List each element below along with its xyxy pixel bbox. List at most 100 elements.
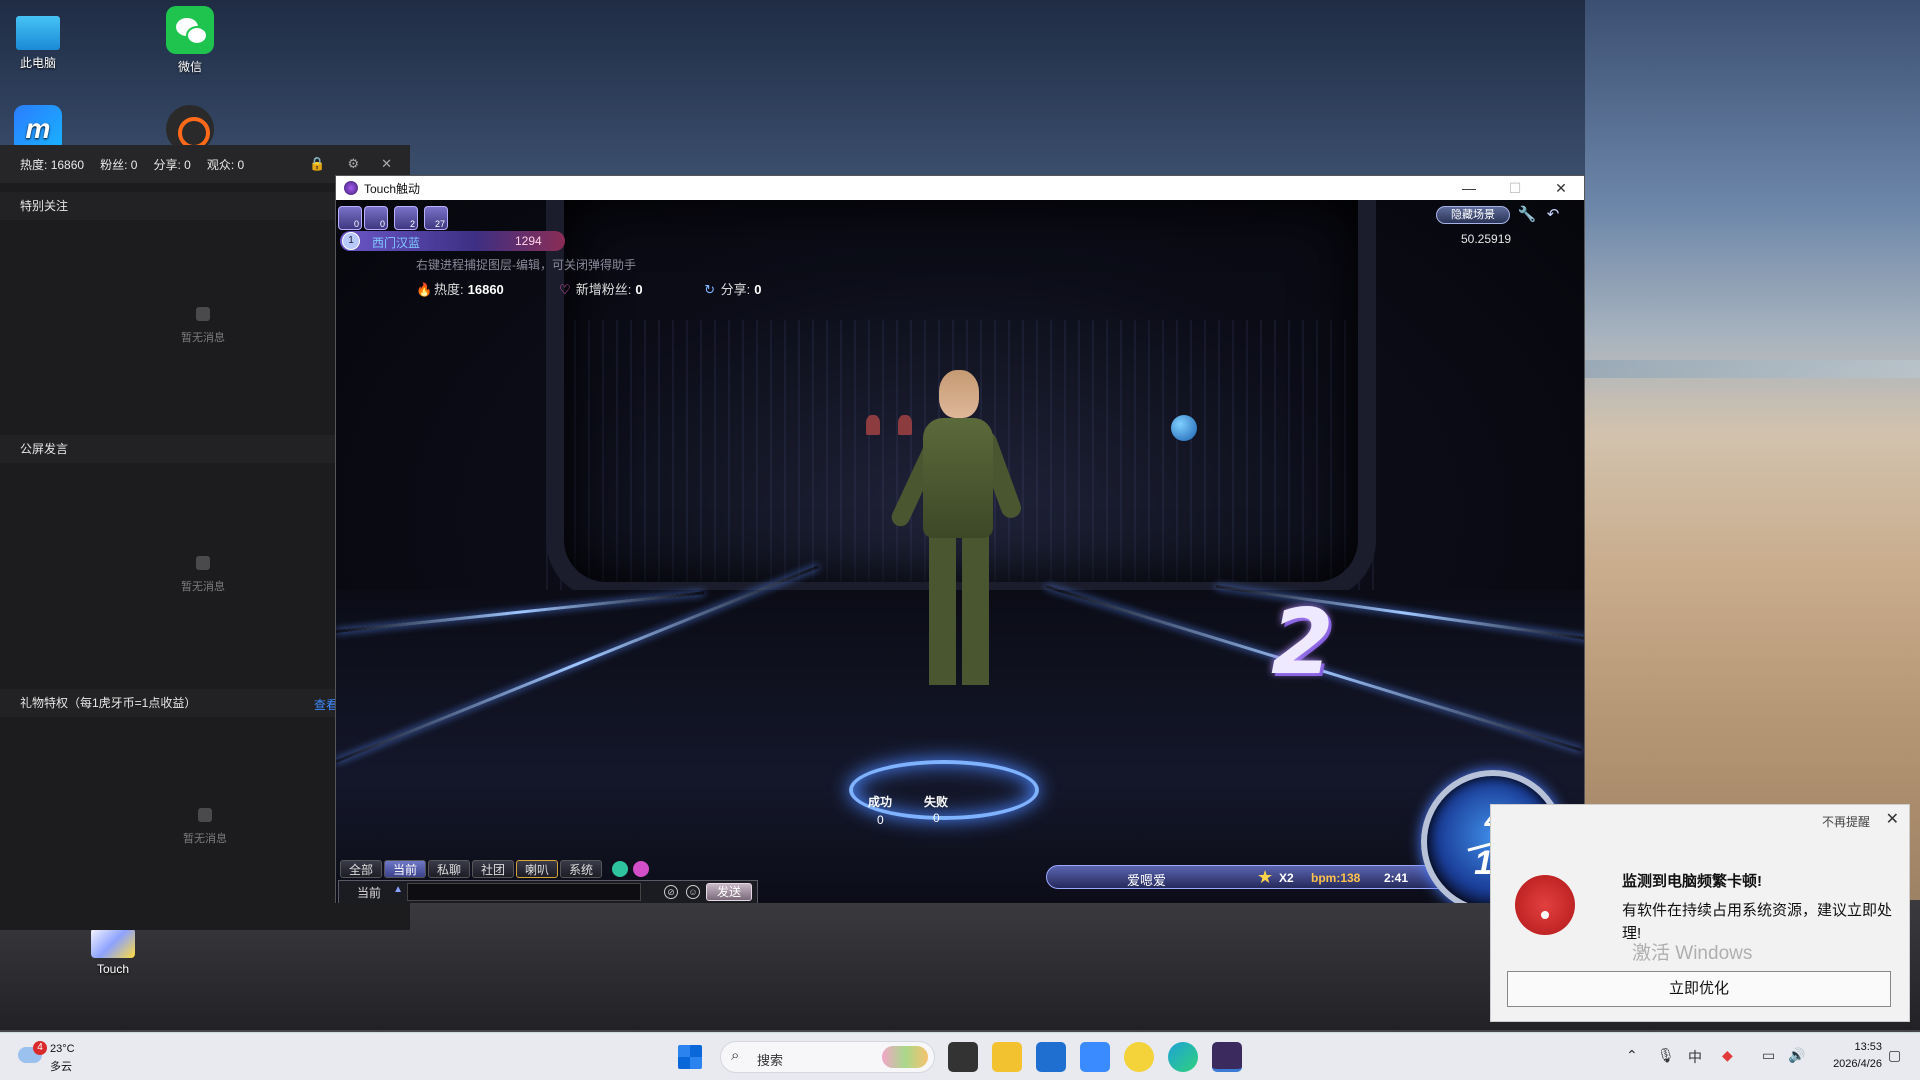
input-method-icon[interactable]: 中 — [1688, 1047, 1702, 1067]
return-icon[interactable]: ↶ — [1543, 205, 1563, 225]
alert-icon — [1515, 875, 1575, 935]
hud-hint: 右键进程捕捉图层-编辑，可关闭弹得助手 — [416, 258, 636, 272]
tab-current[interactable]: 当前 — [384, 860, 426, 878]
chevron-up-icon[interactable]: ⌃ — [1626, 1047, 1638, 1064]
app-icon — [344, 181, 358, 195]
wechat-icon — [166, 6, 214, 54]
tab-horn[interactable]: 喇叭 — [516, 860, 558, 878]
activation-watermark: 激活 Windows — [1632, 943, 1753, 964]
network-icon[interactable]: ▭ — [1762, 1047, 1775, 1064]
empty-state: 暂无消息 — [153, 307, 253, 345]
system-notification: 不再提醒 ✕ 监测到电脑频繁卡顿! 有软件在持续占用系统资源，建议立即处理! 激… — [1490, 804, 1910, 1022]
task-view-icon[interactable] — [948, 1042, 978, 1072]
dance-ring — [849, 760, 1039, 820]
desktop-icon-wechat[interactable]: 微信 — [152, 6, 228, 75]
emote-icon[interactable] — [633, 861, 649, 877]
emote-icon[interactable] — [612, 861, 628, 877]
weather-widget[interactable]: 4 23°C 多云 — [18, 1041, 88, 1073]
hide-scene-button[interactable]: 隐藏场景 — [1436, 206, 1510, 224]
file-explorer-icon[interactable] — [992, 1042, 1022, 1072]
microphone-icon[interactable]: 🎙 — [1657, 1047, 1675, 1064]
notification-center-icon[interactable]: ▢ — [1888, 1047, 1901, 1064]
empty-state: 暂无消息 — [153, 556, 253, 594]
close-icon[interactable]: ✕ — [1886, 809, 1899, 829]
window-title: Touch触动 — [364, 181, 421, 196]
stat-shares: 分享: 0 — [153, 157, 191, 172]
send-button[interactable]: 发送 — [706, 883, 752, 901]
desktop-icon-touch[interactable]: Touch — [75, 928, 151, 976]
fail-count: 0 — [933, 811, 940, 825]
player-bar: 1 西门汉蓝 1294 — [340, 231, 565, 251]
qq-icon[interactable] — [1124, 1042, 1154, 1072]
taskbar-search[interactable]: ⌕ 搜索 — [720, 1041, 935, 1073]
score-multiplier: X2 — [1279, 871, 1294, 885]
desktop-icon-label: Touch — [96, 962, 130, 976]
no-icon[interactable]: ⊘ — [664, 885, 678, 899]
search-icon: ⌕ — [731, 1047, 740, 1064]
wrench-icon[interactable]: 🔧 — [1517, 205, 1537, 225]
fail-label: 失败 — [924, 795, 949, 809]
m-app-icon[interactable] — [1080, 1042, 1110, 1072]
player-score: 1294 — [515, 234, 542, 248]
tab-system[interactable]: 系统 — [560, 860, 602, 878]
player-name: 西门汉蓝 — [372, 236, 421, 250]
taskbar: 4 23°C 多云 ⌕ 搜索 ⌃ 🎙 中 ◆ ▭ 🔊 13:53 2026/4/… — [0, 1032, 1920, 1080]
badge-2: 0 — [364, 206, 388, 230]
flame-icon: 🔥 — [416, 282, 433, 297]
edge-icon[interactable] — [1168, 1042, 1198, 1072]
close-icon[interactable]: ✕ — [381, 156, 392, 172]
song-time: 2:41 — [1384, 871, 1409, 885]
section-title-gift-privilege: 礼物特权（每1虎牙币=1点收益） — [0, 689, 335, 717]
window-titlebar[interactable]: Touch触动 — ☐ ✕ — [336, 176, 1584, 200]
computer-icon — [16, 16, 60, 50]
combo-counter: 2 — [1271, 590, 1334, 695]
empty-icon — [196, 307, 210, 321]
smiley-icon[interactable]: ☺ — [686, 885, 700, 899]
touch-game-icon — [91, 928, 135, 958]
song-bar: 爱嗯爱 ★ X2 bpm:138 2:41 — [1046, 865, 1466, 889]
desktop-icon-label: 微信 — [177, 60, 202, 74]
game-stage[interactable]: 成功 失败 0 0 2 0 0 2 27 1 西门汉蓝 1294 右键进程捕捉图… — [336, 200, 1584, 903]
lock-icon[interactable]: 🔒 — [309, 156, 325, 172]
hud-stat-new-fans: ♡ 新增粉丝: 0 — [558, 282, 643, 297]
weather-desc: 多云 — [50, 1061, 72, 1073]
tab-club[interactable]: 社团 — [472, 860, 514, 878]
stat-fans: 粉丝: 0 — [100, 157, 138, 172]
search-highlight-image — [882, 1046, 928, 1068]
start-button[interactable] — [678, 1045, 702, 1069]
system-clock[interactable]: 13:53 2026/4/26 — [1812, 1039, 1882, 1073]
hud-stat-heat: 🔥 热度: 16860 — [416, 282, 504, 297]
tab-private[interactable]: 私聊 — [428, 860, 470, 878]
desktop-icon-label: 此电脑 — [19, 56, 56, 70]
tab-all[interactable]: 全部 — [340, 860, 382, 878]
optimize-button[interactable]: 立即优化 — [1507, 971, 1891, 1007]
gear-icon[interactable]: ⚙ — [347, 156, 359, 172]
badge-3: 2 — [394, 206, 418, 230]
minimize-button[interactable]: — — [1446, 176, 1492, 200]
badge-4: 27 — [424, 206, 448, 230]
globe-prop — [1171, 415, 1197, 441]
antivirus-icon[interactable]: ◆ — [1722, 1047, 1733, 1064]
player-rank: 1 — [342, 232, 360, 250]
stat-heat: 热度: 16860 — [20, 157, 85, 172]
volume-icon[interactable]: 🔊 — [1788, 1047, 1805, 1064]
touch-game-icon[interactable] — [1212, 1042, 1242, 1072]
close-button[interactable]: ✕ — [1538, 176, 1584, 200]
game-window: Touch触动 — ☐ ✕ 成功 失败 0 0 2 0 0 2 27 1 西门汉… — [335, 175, 1585, 903]
maximize-button[interactable]: ☐ — [1492, 176, 1538, 200]
dont-remind-link[interactable]: 不再提醒 — [1822, 813, 1870, 830]
empty-icon — [196, 556, 210, 570]
section-title-special-follow: 特别关注 — [0, 192, 335, 220]
empty-icon — [198, 808, 212, 822]
star-icon: ★ — [1257, 867, 1274, 887]
chat-input[interactable] — [407, 883, 641, 901]
hud-stat-shares: ↻ 分享: 0 — [704, 282, 762, 297]
song-name: 爱嗯爱 — [1127, 873, 1167, 888]
stat-viewers: 观众: 0 — [206, 157, 245, 172]
chat-channel-select[interactable]: 当前 ▲ — [343, 884, 405, 900]
section-title-public-chat: 公屏发言 — [0, 435, 335, 463]
badge-1: 0 — [338, 206, 362, 230]
desktop-icon-this-pc[interactable]: 此电脑 — [0, 8, 76, 71]
store-icon[interactable] — [1036, 1042, 1066, 1072]
search-placeholder: 搜索 — [757, 1053, 784, 1068]
